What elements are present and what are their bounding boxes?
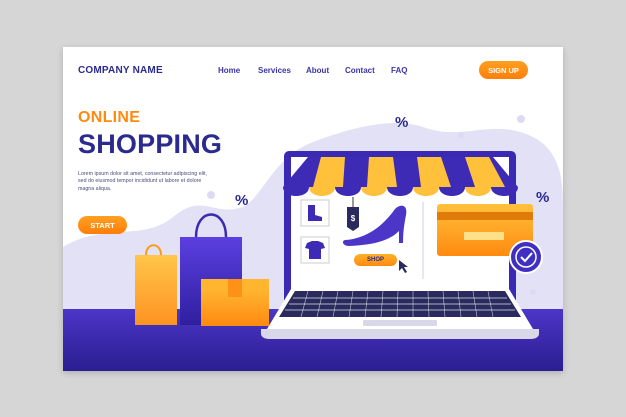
- awning-icon: [283, 157, 518, 196]
- svg-text:$: $: [351, 214, 356, 223]
- laptop-icon: $: [261, 151, 543, 339]
- shop-button[interactable]: SHOP: [354, 254, 397, 266]
- check-badge-icon: [509, 240, 543, 274]
- landing-page: COMPANY NAME Home Services About Contact…: [63, 47, 563, 371]
